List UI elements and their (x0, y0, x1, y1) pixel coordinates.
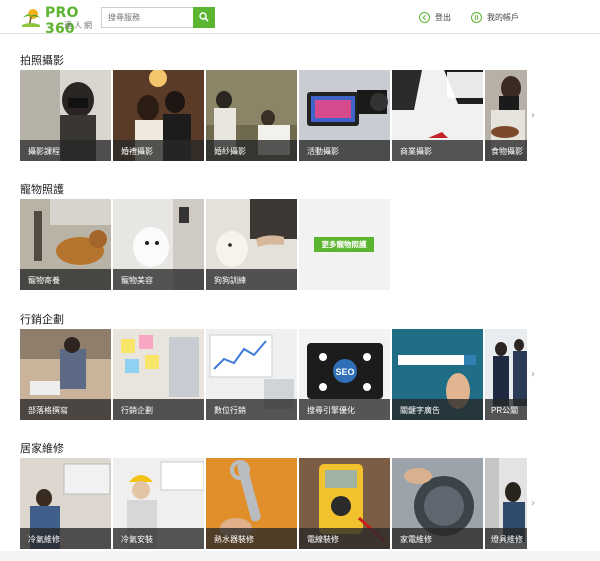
search-input[interactable] (101, 7, 193, 28)
tile-caption: 婚禮攝影 (113, 140, 204, 161)
bottom-edge (0, 551, 600, 561)
category-tile[interactable]: SEO 搜尋引擎優化 (299, 329, 390, 420)
account-label: 我的帳戶 (487, 12, 519, 22)
category-tile[interactable]: 狗狗訓練 (206, 199, 297, 290)
tile-caption: 熱水器裝修 (206, 528, 297, 549)
tile-caption: 行銷企劃 (113, 399, 204, 420)
top-header: PRO 360 達人網 登出 我的帳戶 (0, 0, 600, 37)
tile-caption: 商業攝影 (392, 140, 483, 161)
category-tile[interactable]: 行銷企劃 (113, 329, 204, 420)
tile-caption: 家電維修 (392, 528, 483, 549)
category-tile[interactable]: 攝影課程 (20, 70, 111, 161)
category-tile[interactable]: 婚紗攝影 (206, 70, 297, 161)
category-tile[interactable]: 冷氣維修 (20, 458, 111, 549)
tile-caption: 冷氣維修 (20, 528, 111, 549)
logout-icon (419, 11, 430, 23)
tile-caption: 搜尋引擎優化 (299, 399, 390, 420)
section-title-home-repair: 居家維修 (20, 443, 64, 455)
tile-caption: 食物攝影 (485, 140, 527, 161)
tile-caption: 攝影課程 (20, 140, 111, 161)
tile-caption: 冷氣安裝 (113, 528, 204, 549)
brand-subtitle: 達人網 (64, 21, 94, 30)
tile-caption: 電線裝修 (299, 528, 390, 549)
section-title-marketing: 行銷企劃 (20, 314, 64, 326)
logout-label: 登出 (435, 12, 451, 22)
tile-caption: PR公關 (485, 399, 527, 420)
section-title-photography: 拍照攝影 (20, 55, 64, 67)
category-tile[interactable]: 食物攝影 (485, 70, 527, 161)
logout-link[interactable]: 登出 (419, 10, 451, 24)
svg-text:SEO: SEO (335, 367, 354, 377)
tile-caption: 婚紗攝影 (206, 140, 297, 161)
tile-caption: 燈具維修 (485, 528, 527, 549)
category-tile[interactable]: 冷氣安裝 (113, 458, 204, 549)
tile-caption: 狗狗訓練 (206, 269, 297, 290)
more-pet-care-button[interactable]: 更多寵物照護 (314, 237, 374, 252)
tile-caption: 部落格撰寫 (20, 399, 111, 420)
more-pet-care-tile[interactable]: 更多寵物照護 (299, 199, 390, 290)
tile-caption: 活動攝影 (299, 140, 390, 161)
my-account-link[interactable]: 我的帳戶 (471, 10, 519, 24)
category-tile[interactable]: 電線裝修 (299, 458, 390, 549)
category-tile[interactable]: 熱水器裝修 (206, 458, 297, 549)
category-tile[interactable]: 家電維修 (392, 458, 483, 549)
category-tile[interactable]: 關鍵字廣告 (392, 329, 483, 420)
search-icon (199, 12, 209, 22)
pet-care-row: 寵物寄養 寵物美容 狗狗訓練 更多寵物照護 (20, 199, 580, 290)
category-tile[interactable]: 寵物美容 (113, 199, 204, 290)
tile-caption: 寵物寄養 (20, 269, 111, 290)
category-tile[interactable]: 部落格撰寫 (20, 329, 111, 420)
next-arrow-icon[interactable]: › (531, 498, 537, 509)
photography-row: 攝影課程 婚禮攝影 婚紗攝影 活動攝影 商業攝影 食物攝影 › (20, 70, 580, 161)
pro360-logo[interactable]: PRO 360 達人網 (20, 4, 98, 37)
home-repair-row: 冷氣維修 冷氣安裝 熱水器裝修 電線裝修 家電維修 燈具維修 › (20, 458, 580, 549)
account-icon (471, 11, 482, 23)
section-title-pet-care: 寵物照護 (20, 184, 64, 196)
tile-caption: 寵物美容 (113, 269, 204, 290)
category-tile[interactable]: 活動攝影 (299, 70, 390, 161)
marketing-row: 部落格撰寫 行銷企劃 數位行銷 SEO 搜尋引擎優化 關鍵字廣告 PR公關 › (20, 329, 580, 420)
category-tile[interactable]: 數位行銷 (206, 329, 297, 420)
category-tile[interactable]: 燈具維修 (485, 458, 527, 549)
category-tile[interactable]: 婚禮攝影 (113, 70, 204, 161)
tile-caption: 關鍵字廣告 (392, 399, 483, 420)
category-tile[interactable]: PR公關 (485, 329, 527, 420)
category-tile[interactable]: 商業攝影 (392, 70, 483, 161)
palm-logo-icon (22, 9, 40, 28)
tile-caption: 數位行銷 (206, 399, 297, 420)
next-arrow-icon[interactable]: › (531, 369, 537, 380)
next-arrow-icon[interactable]: › (531, 110, 537, 121)
category-tile[interactable]: 寵物寄養 (20, 199, 111, 290)
search-button[interactable] (193, 7, 215, 28)
